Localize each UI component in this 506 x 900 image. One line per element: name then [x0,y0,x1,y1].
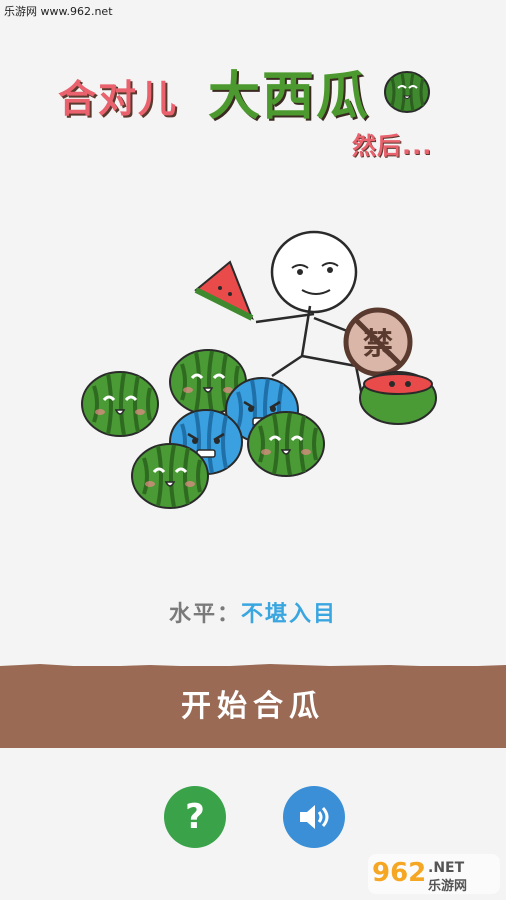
watermelon-scene: 禁 [80,230,437,510]
watermelon-green-3 [246,410,326,478]
speaker-icon [300,805,329,829]
cut-watermelon-icon [359,371,437,425]
rage-face-man [255,230,364,397]
title-part1: 合对儿 [58,77,179,121]
logo-number: 962 [372,858,426,888]
sound-button[interactable] [283,786,345,848]
title-watermelon-icon [384,71,430,113]
help-button[interactable]: ? [164,786,226,848]
logo-cn: 乐游网 [428,878,467,894]
level-value: 不堪入目 [241,602,338,627]
logo-tld: .NET [428,860,465,876]
site-watermark: 乐游网 www.962.net [4,5,113,18]
question-icon: ? [185,797,205,837]
level-display: 水平：不堪入目 [0,596,506,628]
watermelon-slice-icon [194,260,254,321]
watermelon-green-4 [130,442,210,510]
title-part3: 然后... [352,132,433,160]
forbidden-char: 禁 [363,327,393,362]
level-label: 水平： [168,602,241,627]
start-game-button[interactable]: 开始合瓜 [0,664,506,748]
watermelon-green-1 [80,370,160,438]
site-logo: 962 .NET 乐游网 [366,852,502,896]
start-game-label: 开始合瓜 [181,689,325,724]
forbidden-sign-icon: 禁 [343,307,413,377]
game-title: 合对儿 大西瓜 然后... [0,40,506,170]
title-part2: 大西瓜 [208,67,371,127]
